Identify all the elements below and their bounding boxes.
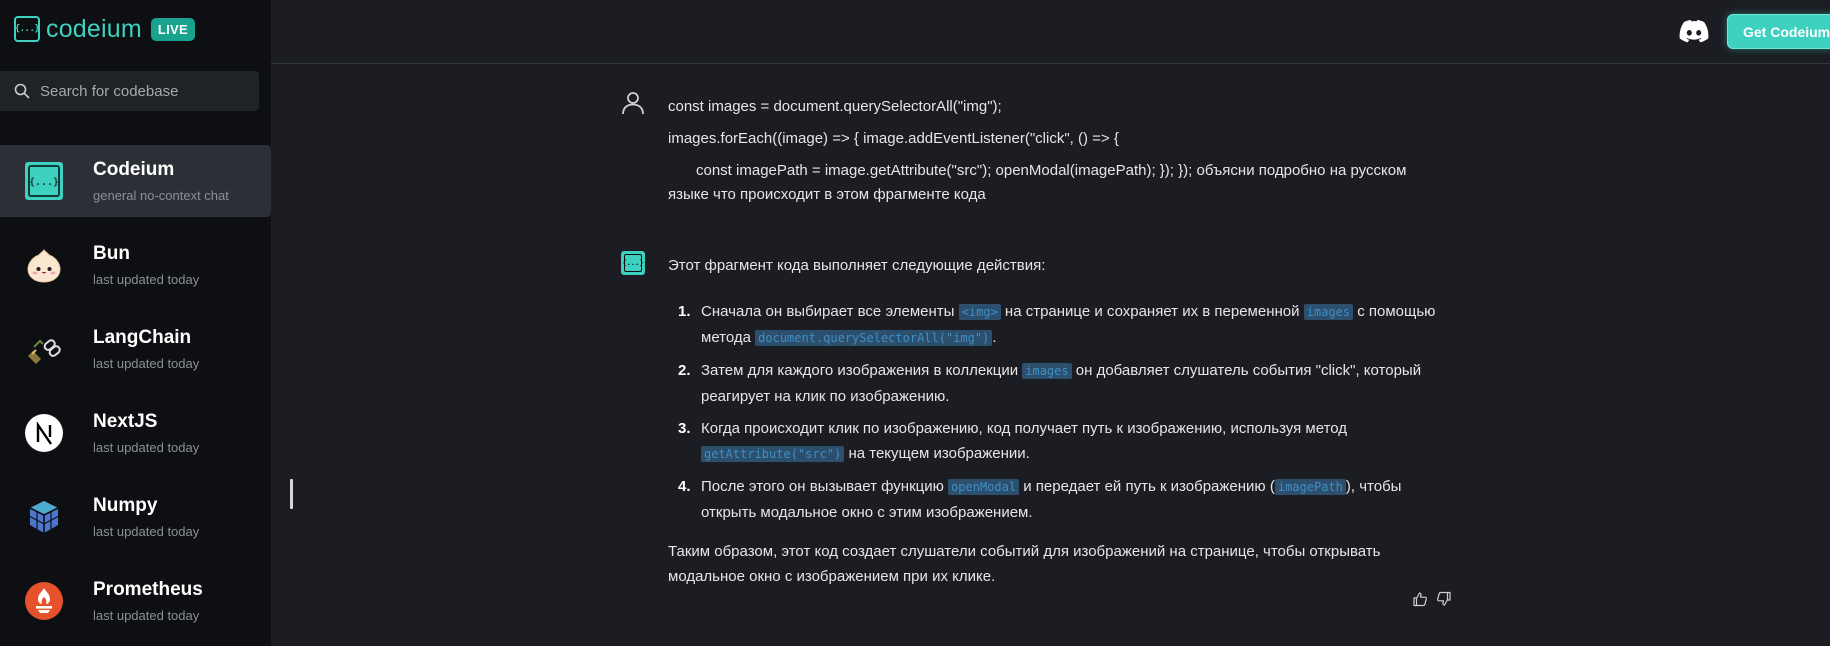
inline-code: images — [1022, 363, 1072, 379]
brand-name: codeium — [46, 14, 142, 43]
thumbs-down-icon[interactable] — [1436, 591, 1452, 607]
list-text: на текущем изображении. — [844, 445, 1030, 462]
list-text: Сначала он выбирает все элементы — [701, 303, 959, 320]
search-icon — [14, 83, 30, 99]
live-badge: LIVE — [150, 17, 196, 41]
discord-icon[interactable] — [1679, 18, 1709, 44]
list-item: 2. Затем для каждого изображения в колле… — [668, 358, 1438, 409]
list-number: 4. — [678, 478, 691, 495]
user-message-line: const images = document.querySelectorAll… — [668, 98, 1002, 115]
list-text: . — [992, 329, 997, 346]
kb-item-prometheus[interactable]: Prometheus last updated today — [0, 565, 271, 637]
kb-name: NextJS — [93, 411, 158, 432]
search-box[interactable] — [0, 71, 259, 111]
thumbs-up-icon[interactable] — [1412, 591, 1428, 607]
codeium-logo-icon: {...} — [14, 16, 40, 42]
inline-code: document.querySelectorAll("img") — [755, 330, 993, 346]
assistant-message: Этот фрагмент кода выполняет следующие д… — [668, 255, 1438, 589]
list-text: Когда происходит клик по изображению, ко… — [701, 420, 1348, 437]
list-item: 4. После этого он вызывает функцию openM… — [668, 474, 1438, 525]
assistant-intro: Этот фрагмент кода выполняет следующие д… — [668, 257, 1046, 274]
kb-item-langchain[interactable]: LangChain last updated today — [0, 313, 271, 385]
kb-text: LangChain last updated today — [93, 327, 199, 371]
kb-item-numpy[interactable]: Numpy last updated today — [0, 481, 271, 553]
kb-item-codeium[interactable]: {...} Codeium general no-context chat — [0, 145, 271, 217]
langchain-icon — [24, 329, 64, 369]
list-number: 3. — [678, 420, 691, 437]
codeium-logo-icon: {...} — [24, 161, 64, 201]
kb-name: LangChain — [93, 327, 192, 348]
search-input[interactable] — [40, 82, 250, 100]
kb-text: Numpy last updated today — [93, 495, 199, 539]
kb-text: Codeium general no-context chat — [93, 159, 229, 203]
assistant-summary: Таким образом, этот код создает слушател… — [668, 543, 1381, 585]
inline-code: getAttribute("src") — [701, 446, 845, 462]
inline-code: <img> — [958, 304, 1001, 320]
list-item: 3. Когда происходит клик по изображению,… — [668, 416, 1438, 467]
kb-name: Bun — [93, 243, 130, 264]
kb-subtitle: last updated today — [93, 356, 200, 371]
numpy-icon — [24, 497, 64, 537]
kb-name: Numpy — [93, 495, 158, 516]
kb-subtitle: last updated today — [93, 524, 200, 539]
kb-name: Prometheus — [93, 579, 203, 600]
list-number: 1. — [678, 303, 691, 320]
list-text: на странице и сохраняет их в переменной — [1000, 303, 1304, 320]
bot-icon-glyph: {...} — [622, 254, 644, 272]
list-text: Затем для каждого изображения в коллекци… — [701, 362, 1023, 379]
knowledge-base-list: {...} Codeium general no-context chat Bu… — [0, 145, 271, 646]
codeium-bot-icon: {...} — [621, 251, 645, 275]
kb-item-bun[interactable]: Bun last updated today — [0, 229, 271, 301]
bun-icon — [24, 245, 64, 285]
list-text: После этого он вызывает функцию — [701, 478, 949, 495]
app-root: {...} codeium LIVE {...} — [0, 0, 1830, 646]
kb-subtitle: last updated today — [93, 440, 200, 455]
user-message-line: const imagePath = image.getAttribute("sr… — [668, 162, 1407, 203]
kb-text: NextJS last updated today — [93, 411, 199, 455]
brand[interactable]: {...} codeium LIVE — [14, 14, 196, 44]
list-item: 1. Сначала он выбирает все элементы <img… — [668, 299, 1438, 351]
kb-text: Prometheus last updated today — [93, 579, 203, 623]
prometheus-icon — [24, 581, 64, 621]
kb-subtitle: last updated today — [93, 608, 200, 623]
kb-subtitle: general no-context chat — [93, 188, 229, 203]
inline-code: images — [1303, 304, 1354, 320]
sidebar: {...} codeium LIVE {...} — [0, 0, 271, 646]
user-avatar-icon — [622, 92, 644, 115]
get-codeium-button[interactable]: Get Codeium — [1727, 14, 1830, 49]
top-header: Get Codeium — [271, 0, 1830, 64]
user-message-line: images.forEach((image) => { image.addEve… — [668, 130, 1119, 147]
svg-text:{...}: {...} — [29, 177, 59, 188]
kb-text: Bun last updated today — [93, 243, 199, 287]
list-text: и передает ей путь к изображению ( — [1019, 478, 1275, 495]
user-message: const images = document.querySelectorAll… — [668, 95, 1428, 216]
inline-code: imagePath — [1274, 479, 1346, 495]
kb-subtitle: last updated today — [93, 272, 200, 287]
kb-name: Codeium — [93, 159, 175, 180]
list-number: 2. — [678, 362, 691, 379]
assistant-list: 1. Сначала он выбирает все элементы <img… — [668, 299, 1438, 525]
nextjs-icon — [24, 413, 64, 453]
resize-handle[interactable] — [290, 479, 293, 509]
kb-item-nextjs[interactable]: NextJS last updated today — [0, 397, 271, 469]
inline-code: openModal — [948, 479, 1020, 495]
